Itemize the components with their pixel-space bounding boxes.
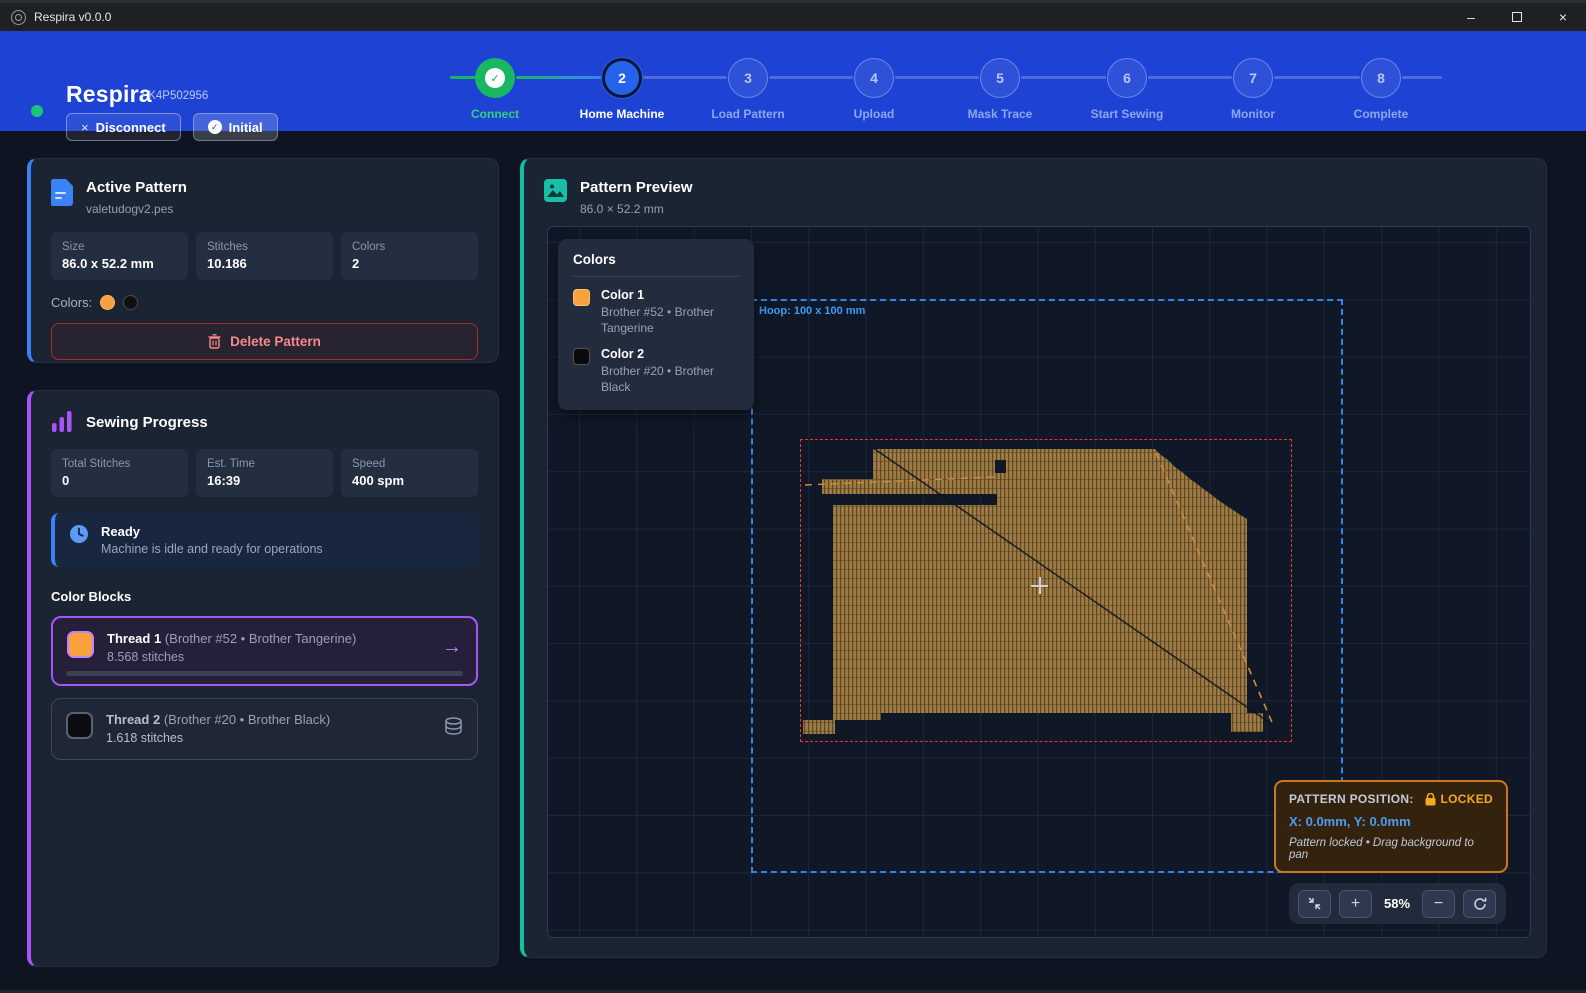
stat-speed: Speed 400 spm — [341, 449, 478, 497]
stat-stitches: Stitches 10.186 — [196, 232, 333, 280]
image-icon — [544, 179, 567, 202]
disconnect-x-icon: × — [81, 120, 89, 135]
pattern-coordinates: X: 0.0mm, Y: 0.0mm — [1289, 814, 1493, 829]
thread-2-stitches: 1.618 stitches — [106, 731, 330, 745]
active-pattern-title: Active Pattern — [86, 179, 187, 196]
step-mask-trace[interactable]: 5 Mask Trace — [945, 58, 1055, 121]
preview-canvas[interactable]: Hoop: 100 x 100 mm Colors — [547, 226, 1531, 938]
initial-label: Initial — [229, 120, 263, 135]
thread-1-stitches: 8.568 stitches — [107, 650, 356, 664]
thread-1-detail: (Brother #52 • Brother Tangerine) — [165, 631, 356, 646]
trash-icon — [208, 334, 221, 349]
divider — [573, 276, 739, 277]
fit-to-screen-button[interactable] — [1298, 890, 1331, 918]
connection-status-dot — [31, 105, 43, 117]
pattern-filename: valetudogv2.pes — [86, 202, 187, 216]
arrow-right-icon: → — [442, 636, 462, 659]
fit-screen-icon — [1308, 897, 1321, 910]
zoom-in-button[interactable]: + — [1339, 890, 1372, 918]
thread-2-swatch — [66, 712, 93, 739]
maximize-icon — [1512, 12, 1522, 22]
check-icon: ✓ — [485, 68, 505, 88]
disconnect-label: Disconnect — [96, 120, 166, 135]
thread-2-card[interactable]: Thread 2 (Brother #20 • Brother Black) 1… — [51, 698, 478, 760]
refresh-icon — [1473, 897, 1487, 911]
stat-est-time: Est. Time 16:39 — [196, 449, 333, 497]
window-title: Respira v0.0.0 — [34, 10, 111, 24]
machine-status-box: Ready Machine is idle and ready for oper… — [51, 513, 478, 567]
thread-1-name: Thread 1 — [107, 631, 161, 646]
pattern-lock-hint: Pattern locked • Drag background to pan — [1289, 837, 1493, 861]
bar-chart-icon — [51, 411, 73, 433]
clock-icon — [69, 524, 89, 544]
close-button[interactable]: × — [1540, 3, 1586, 31]
layers-icon — [444, 717, 463, 740]
pattern-position-label: PATTERN POSITION: — [1289, 792, 1414, 806]
step-load-pattern[interactable]: 3 Load Pattern — [693, 58, 803, 121]
step-connect[interactable]: ✓ Connect — [440, 58, 550, 121]
step-start-sewing[interactable]: 6 Start Sewing — [1072, 58, 1182, 121]
pattern-preview-title: Pattern Preview — [580, 179, 693, 196]
thread-2-detail: (Brother #20 • Brother Black) — [164, 712, 330, 727]
app-logo-icon — [11, 10, 26, 25]
center-crosshair-icon — [1031, 577, 1048, 594]
stat-colors: Colors 2 — [341, 232, 478, 280]
status-description: Machine is idle and ready for operations — [101, 542, 323, 556]
pattern-preview-panel: Pattern Preview 86.0 × 52.2 mm Hoop: 100… — [520, 158, 1547, 958]
brand-title: Respira — [66, 81, 152, 108]
step-done-circle: ✓ — [475, 58, 515, 98]
reset-view-button[interactable] — [1463, 890, 1496, 918]
document-icon — [51, 179, 73, 206]
maximize-button[interactable] — [1494, 3, 1540, 31]
sewing-progress-panel: Sewing Progress Total Stitches 0 Est. Ti… — [27, 390, 499, 967]
color-swatch-black — [123, 295, 138, 310]
thread-1-progress-bar — [66, 671, 463, 676]
machine-serial: • K4P502956 — [141, 90, 208, 102]
minimize-button[interactable]: – — [1448, 3, 1494, 31]
check-circle-icon: ✓ — [208, 120, 222, 134]
color-1-swatch — [573, 289, 590, 306]
zoom-toolbar: + 58% − — [1289, 883, 1506, 924]
color-2-swatch — [573, 348, 590, 365]
zoom-out-button[interactable]: − — [1422, 890, 1455, 918]
color-blocks-heading: Color Blocks — [31, 567, 498, 604]
lock-icon — [1425, 793, 1436, 806]
titlebar: Respira v0.0.0 – × — [0, 3, 1586, 31]
step-complete[interactable]: 8 Complete — [1326, 58, 1436, 121]
delete-pattern-button[interactable]: Delete Pattern — [51, 323, 478, 360]
disconnect-button[interactable]: × Disconnect — [66, 113, 181, 141]
thread-2-name: Thread 2 — [106, 712, 160, 727]
pattern-position-overlay: PATTERN POSITION: LOCKED X: 0.0mm, Y: 0.… — [1274, 780, 1508, 873]
sewing-progress-title: Sewing Progress — [86, 414, 208, 431]
step-upload[interactable]: 4 Upload — [819, 58, 929, 121]
colors-legend-panel: Colors Color 1 Brother #52 • Brother Tan… — [558, 239, 754, 410]
color-swatch-orange — [100, 295, 115, 310]
color-1-item: Color 1 Brother #52 • Brother Tangerine — [573, 288, 739, 336]
zoom-level: 58% — [1380, 896, 1414, 911]
app-header: Respira • K4P502956 × Disconnect ✓ Initi… — [0, 31, 1586, 131]
thread-1-swatch — [67, 631, 94, 658]
color-2-item: Color 2 Brother #20 • Brother Black — [573, 347, 739, 395]
step-monitor[interactable]: 7 Monitor — [1198, 58, 1308, 121]
delete-pattern-label: Delete Pattern — [230, 334, 321, 349]
thread-1-card[interactable]: Thread 1 (Brother #52 • Brother Tangerin… — [51, 616, 478, 686]
active-pattern-panel: Active Pattern valetudogv2.pes Size 86.0… — [27, 158, 499, 363]
stat-total-stitches: Total Stitches 0 — [51, 449, 188, 497]
colors-label: Colors: — [51, 295, 92, 310]
stat-size: Size 86.0 x 52.2 mm — [51, 232, 188, 280]
pattern-dimensions: 86.0 × 52.2 mm — [580, 202, 693, 216]
status-title: Ready — [101, 524, 323, 539]
colors-legend-title: Colors — [573, 252, 739, 267]
locked-badge: LOCKED — [1441, 792, 1493, 806]
step-home-machine[interactable]: 2 Home Machine — [567, 58, 677, 121]
initial-button[interactable]: ✓ Initial — [193, 113, 278, 141]
